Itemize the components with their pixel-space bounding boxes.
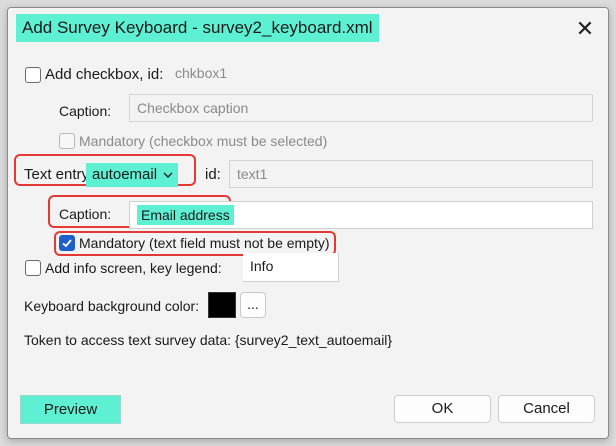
info-screen-checkbox[interactable]: [25, 260, 41, 276]
background-color-label: Keyboard background color:: [24, 298, 200, 314]
window-title: Add Survey Keyboard - survey2_keyboard.x…: [16, 14, 379, 42]
text-entry-selected-value: autoemail: [92, 166, 158, 183]
checkbox-mandatory-checkbox[interactable]: [59, 133, 75, 149]
text-caption-field[interactable]: Email address: [129, 201, 593, 229]
title-bar: Add Survey Keyboard - survey2_keyboard.x…: [8, 8, 608, 48]
chevron-down-icon: [162, 163, 174, 195]
background-color-swatch[interactable]: [208, 292, 236, 318]
checkbox-caption-label: Caption:: [59, 103, 112, 119]
text-entry-label: Text entry:: [24, 166, 94, 183]
preview-button[interactable]: Preview: [20, 395, 121, 424]
add-survey-keyboard-dialog: Add Survey Keyboard - survey2_keyboard.x…: [7, 7, 609, 439]
info-screen-label: Add info screen, key legend:: [45, 260, 222, 276]
text-entry-type-select[interactable]: autoemail: [86, 163, 178, 187]
add-checkbox-label: Add checkbox, id:: [45, 66, 164, 83]
info-screen-field[interactable]: Info: [243, 253, 339, 282]
checkbox-mandatory-label: Mandatory (checkbox must be selected): [79, 133, 328, 149]
close-icon[interactable]: ✕: [572, 16, 598, 42]
cancel-button[interactable]: Cancel: [498, 395, 595, 423]
text-caption-label: Caption:: [59, 206, 112, 222]
checkbox-id-field[interactable]: chkbox1: [168, 60, 318, 88]
text-entry-id-label: id:: [205, 166, 221, 183]
choose-color-button[interactable]: ...: [240, 292, 266, 318]
add-checkbox-checkbox[interactable]: [25, 67, 41, 83]
checkmark-icon: [62, 239, 72, 248]
text-caption-value: Email address: [137, 205, 234, 225]
ok-button[interactable]: OK: [394, 395, 491, 423]
token-text: Token to access text survey data: {surve…: [24, 332, 393, 348]
text-mandatory-checkbox[interactable]: [59, 235, 75, 251]
checkbox-caption-field[interactable]: Checkbox caption: [129, 94, 593, 122]
text-mandatory-label: Mandatory (text field must not be empty): [79, 235, 330, 251]
text-entry-id-field[interactable]: text1: [229, 160, 593, 188]
